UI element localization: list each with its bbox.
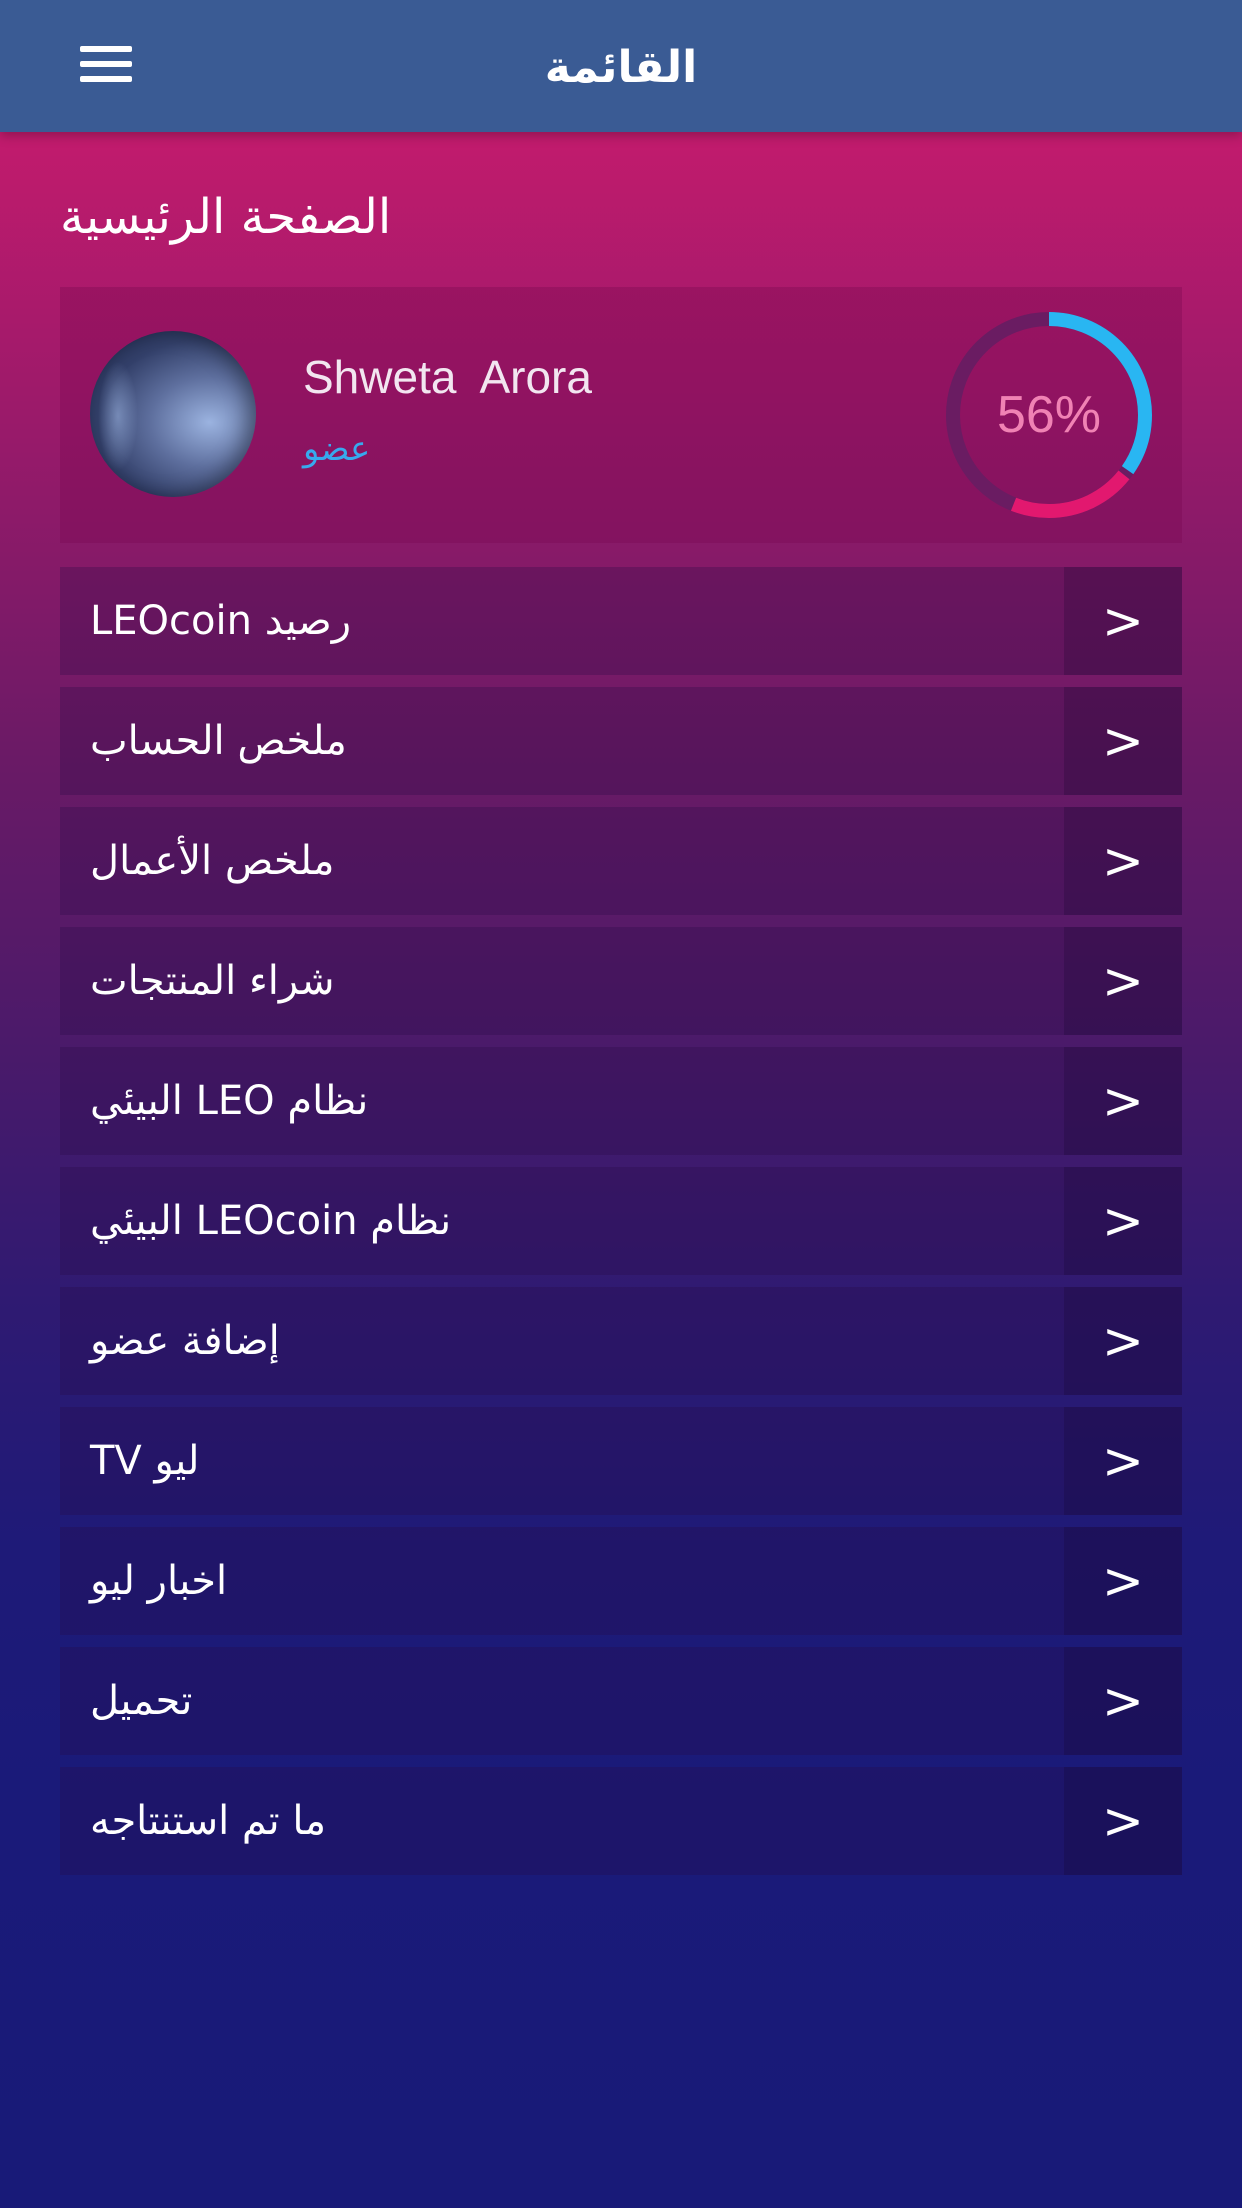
main-menu-list: LEOcoin رصيد > ملخص الحساب > ملخص الأعما… (60, 567, 1182, 1887)
menu-item-label: ما تم استنتاجه (90, 1798, 326, 1844)
chevron-right-icon[interactable]: > (1064, 1167, 1182, 1275)
menu-item-leo-tv[interactable]: ليو TV > (60, 1407, 1182, 1515)
chevron-right-icon[interactable]: > (1064, 1407, 1182, 1515)
top-app-bar: القائمة (0, 0, 1242, 132)
menu-item-label: ملخص الحساب (90, 718, 347, 764)
chevron-right-icon[interactable]: > (1064, 687, 1182, 795)
menu-item-label: LEOcoin رصيد (90, 598, 352, 644)
menu-item-conclusion[interactable]: ما تم استنتاجه > (60, 1767, 1182, 1875)
menu-item-download[interactable]: تحميل > (60, 1647, 1182, 1755)
menu-item-business-summary[interactable]: ملخص الأعمال > (60, 807, 1182, 915)
menu-item-label: إضافة عضو (90, 1318, 280, 1364)
chevron-right-icon[interactable]: > (1064, 1047, 1182, 1155)
menu-item-label: نظام LEO البيئي (90, 1078, 369, 1124)
menu-item-buy-products[interactable]: شراء المنتجات > (60, 927, 1182, 1035)
menu-item-leo-ecosystem[interactable]: نظام LEO البيئي > (60, 1047, 1182, 1155)
user-role: عضو (303, 429, 371, 469)
user-name: Shweta Arora (303, 351, 592, 403)
menu-item-label: ملخص الأعمال (90, 838, 335, 884)
chevron-right-icon[interactable]: > (1064, 807, 1182, 915)
chevron-right-icon[interactable]: > (1064, 927, 1182, 1035)
chevron-right-icon[interactable]: > (1064, 567, 1182, 675)
chevron-right-icon[interactable]: > (1064, 1527, 1182, 1635)
menu-item-leocoin-balance[interactable]: LEOcoin رصيد > (60, 567, 1182, 675)
menu-item-label: نظام LEOcoin البيئي (90, 1198, 452, 1244)
chevron-right-icon[interactable]: > (1064, 1287, 1182, 1395)
chevron-right-icon[interactable]: > (1064, 1767, 1182, 1875)
chevron-right-icon[interactable]: > (1064, 1647, 1182, 1755)
page-title: الصفحة الرئيسية (60, 189, 392, 245)
progress-percent: 56% (996, 386, 1102, 444)
menu-item-label: ليو TV (90, 1438, 200, 1484)
menu-item-add-member[interactable]: إضافة عضو > (60, 1287, 1182, 1395)
app-bar-title: القائمة (544, 42, 698, 93)
progress-ring: 56% (938, 304, 1160, 526)
menu-item-label: اخبار ليو (90, 1558, 228, 1604)
menu-item-label: تحميل (90, 1678, 193, 1724)
menu-item-leocoin-ecosystem[interactable]: نظام LEOcoin البيئي > (60, 1167, 1182, 1275)
menu-item-label: شراء المنتجات (90, 958, 335, 1004)
menu-item-leo-news[interactable]: اخبار ليو > (60, 1527, 1182, 1635)
menu-item-account-summary[interactable]: ملخص الحساب > (60, 687, 1182, 795)
profile-card[interactable]: Shweta Arora عضو 56% (60, 287, 1182, 543)
avatar[interactable] (90, 331, 256, 497)
